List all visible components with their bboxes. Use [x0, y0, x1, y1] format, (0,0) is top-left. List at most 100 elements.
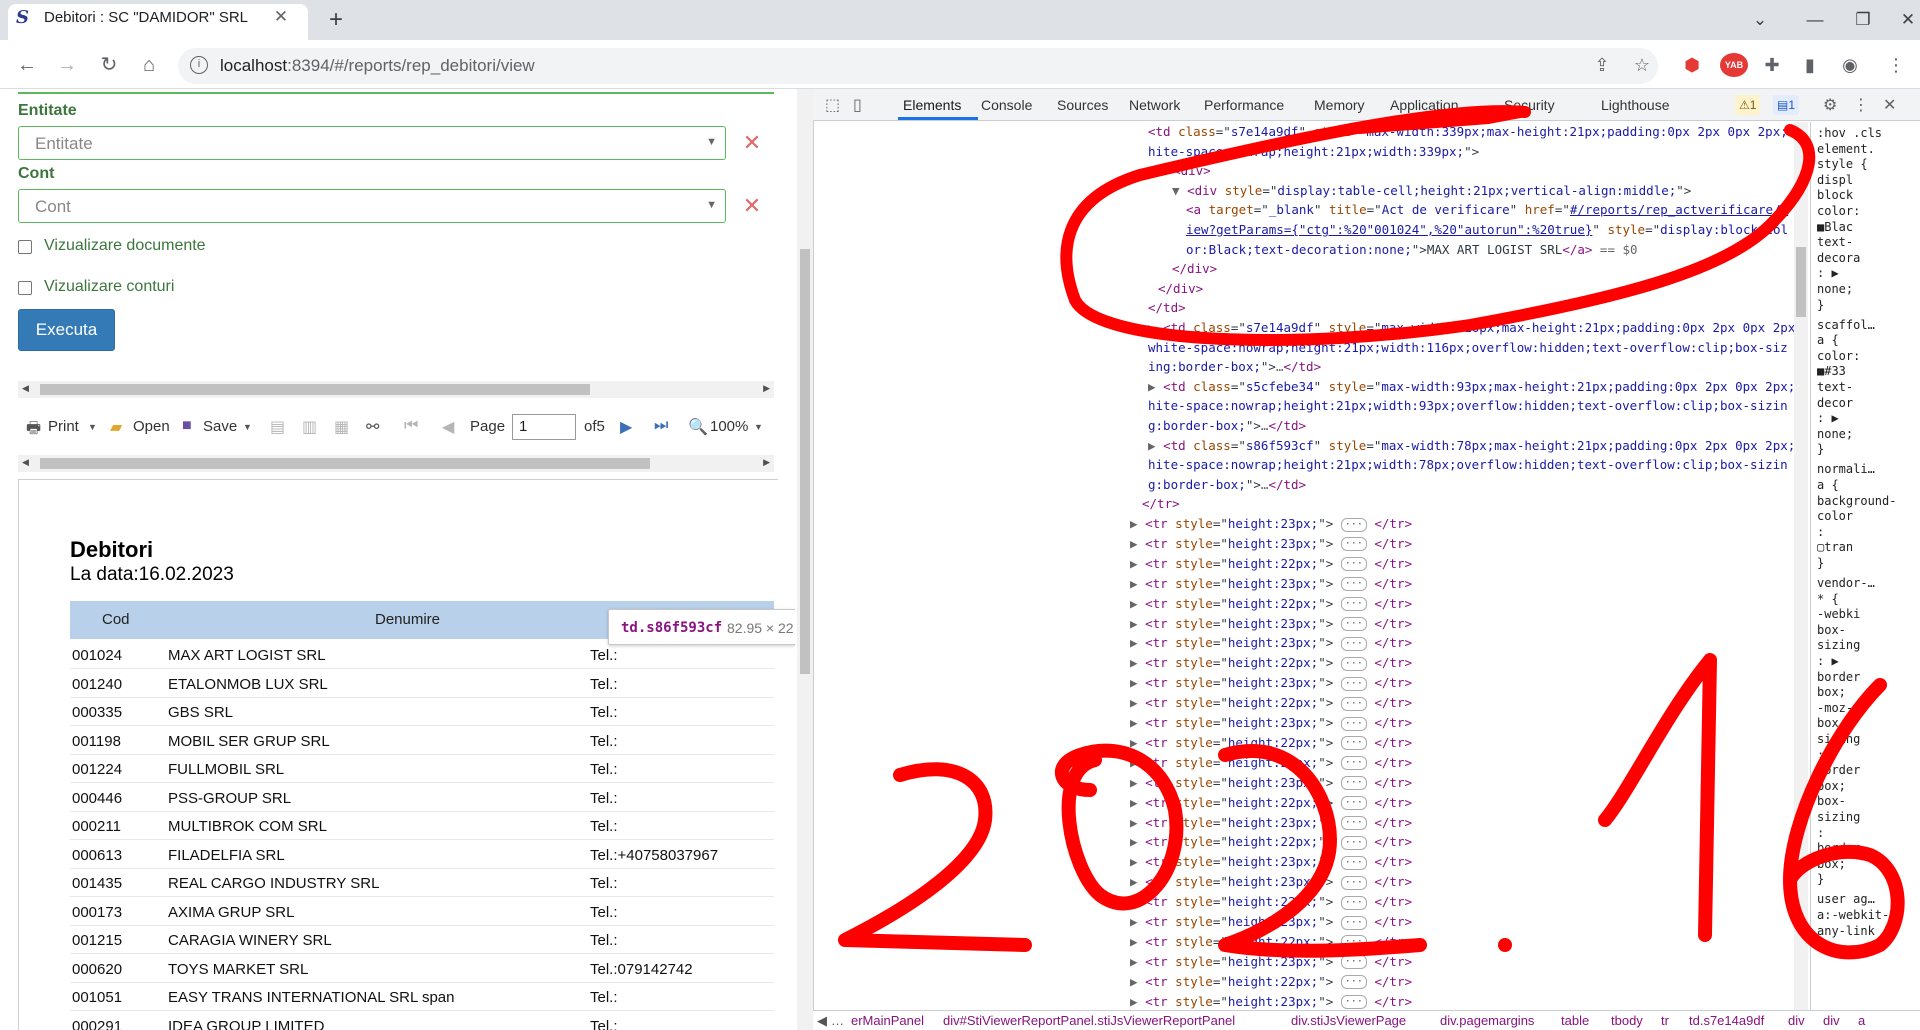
devtools-tab-performance[interactable]: Performance: [1204, 97, 1284, 113]
expand-arrow-icon[interactable]: ▶: [1130, 715, 1145, 730]
expand-arrow-icon[interactable]: ▶: [1130, 516, 1145, 531]
row-denumire[interactable]: GBS SRL: [168, 704, 233, 721]
style-rule-line[interactable]: border: [1817, 670, 1860, 685]
adblock-icon[interactable]: ⬢: [1680, 53, 1704, 77]
entitate-select[interactable]: Entitate ▼: [18, 126, 726, 160]
info-icon[interactable]: i: [190, 56, 208, 74]
execute-button[interactable]: Executa: [18, 309, 115, 351]
expand-arrow-icon[interactable]: ▶: [1130, 815, 1145, 830]
dom-tr-row[interactable]: ▶ <tr style="height:23px;"> ··· </tr>: [1130, 992, 1412, 1010]
style-rule-line[interactable]: any-link {: [1817, 924, 1889, 939]
expand-arrow-icon[interactable]: ▶: [1130, 795, 1145, 810]
collapsed-ellipsis-icon[interactable]: ···: [1340, 935, 1367, 950]
expand-arrow-icon[interactable]: ▶: [1130, 834, 1145, 849]
close-devtools-icon[interactable]: ✕: [1883, 95, 1896, 115]
style-rule-line[interactable]: ▢tran: [1817, 540, 1853, 555]
expand-arrow-icon[interactable]: ▶: [1130, 954, 1145, 969]
row-denumire[interactable]: FILADELFIA SRL: [168, 847, 285, 864]
style-rule-line[interactable]: sizing: [1817, 810, 1860, 825]
parameters-icon[interactable]: ▥: [302, 417, 317, 437]
scroll-left-icon[interactable]: ◀: [22, 457, 29, 468]
style-rule-line[interactable]: border: [1817, 763, 1860, 778]
collapsed-ellipsis-icon[interactable]: ···: [1340, 537, 1367, 552]
row-denumire[interactable]: AXIMA GRUP SRL: [168, 904, 294, 921]
dom-tr-row[interactable]: ▶ <tr style="height:23px;"> ··· </tr>: [1130, 753, 1412, 772]
dom-tr-row[interactable]: ▶ <tr style="height:23px;"> ··· </tr>: [1130, 574, 1412, 593]
table-row[interactable]: 001024 MAX ART LOGIST SRL Tel.:: [70, 641, 774, 669]
dom-tr-row[interactable]: ▶ <tr style="height:23px;"> ··· </tr>: [1130, 813, 1412, 832]
save-button[interactable]: Save: [203, 418, 237, 435]
devtools-tab-sources[interactable]: Sources: [1057, 97, 1108, 113]
dom-tr-row[interactable]: ▶ <tr style="height:22px;"> ··· </tr>: [1130, 972, 1412, 991]
dom-tr-row[interactable]: ▶ <tr style="height:22px;"> ··· </tr>: [1130, 554, 1412, 573]
collapsed-ellipsis-icon[interactable]: ···: [1340, 855, 1367, 870]
breadcrumb-item[interactable]: td.s7e14a9df: [1689, 1013, 1764, 1028]
collapsed-ellipsis-icon[interactable]: ···: [1340, 995, 1367, 1010]
style-rule-line[interactable]: a:-webkit-: [1817, 908, 1889, 923]
style-rule-line[interactable]: sizing: [1817, 638, 1860, 653]
collapsed-ellipsis-icon[interactable]: ···: [1340, 656, 1367, 671]
documente-checkbox[interactable]: [18, 240, 32, 254]
style-rule-line[interactable]: :: [1817, 826, 1824, 841]
breadcrumb-item[interactable]: div.stiJsViewerPage: [1291, 1013, 1406, 1028]
ext-yab-icon[interactable]: YAB: [1720, 53, 1748, 77]
row-denumire[interactable]: MULTIBROK COM SRL: [168, 818, 327, 835]
devtools-tab-memory[interactable]: Memory: [1314, 97, 1365, 113]
profile-avatar-icon[interactable]: ◉: [1838, 53, 1862, 77]
row-denumire[interactable]: ETALONMOB LUX SRL: [168, 676, 328, 693]
conturi-checkbox[interactable]: [18, 281, 32, 295]
style-rule-line[interactable]: block: [1817, 188, 1853, 203]
style-rule-line[interactable]: normali…: [1817, 462, 1875, 477]
dom-tr-row[interactable]: ▶ <tr style="height:23px;"> ··· </tr>: [1130, 673, 1412, 692]
table-row[interactable]: 000211 MULTIBROK COM SRL Tel.:: [70, 812, 774, 840]
expand-arrow-icon[interactable]: ▶: [1130, 914, 1145, 929]
style-rule-line[interactable]: box-: [1817, 794, 1846, 809]
collapsed-ellipsis-icon[interactable]: ···: [1340, 676, 1367, 691]
table-row[interactable]: 001240 ETALONMOB LUX SRL Tel.:: [70, 670, 774, 698]
expand-arrow-icon[interactable]: ▶: [1130, 874, 1145, 889]
style-rule-line[interactable]: scaffol…: [1817, 318, 1875, 333]
collapsed-ellipsis-icon[interactable]: ···: [1340, 955, 1367, 970]
style-rule-line[interactable]: a {: [1817, 478, 1839, 493]
table-row[interactable]: 000613 FILADELFIA SRL Tel.:+40758037967: [70, 841, 774, 869]
dom-tr-row[interactable]: ▶ <tr style="height:22px;"> ··· </tr>: [1130, 653, 1412, 672]
dom-node-line[interactable]: or:Black;text-decoration:none;">MAX ART …: [1186, 240, 1638, 259]
devtools-tab-application[interactable]: Application: [1390, 97, 1459, 113]
style-rule-line[interactable]: ■Blac: [1817, 220, 1853, 235]
dom-tr-row[interactable]: ▶ <tr style="height:22px;"> ··· </tr>: [1130, 594, 1412, 613]
style-rule-line[interactable]: style {: [1817, 157, 1868, 172]
collapsed-ellipsis-icon[interactable]: ···: [1340, 915, 1367, 930]
collapsed-ellipsis-icon[interactable]: ···: [1340, 776, 1367, 791]
dom-tr-row[interactable]: ▶ <tr style="height:22px;"> ··· </tr>: [1130, 932, 1412, 951]
dom-tr-row[interactable]: ▶ <tr style="height:22px;"> ··· </tr>: [1130, 892, 1412, 911]
dom-tr-row[interactable]: ▶ <tr style="height:23px;"> ··· </tr>: [1130, 773, 1412, 792]
style-rule-line[interactable]: : ▶: [1817, 654, 1839, 669]
dom-tr-row[interactable]: ▶ <tr style="height:23px;"> ··· </tr>: [1130, 872, 1412, 891]
share-icon[interactable]: ⇪: [1590, 53, 1614, 77]
style-rule-line[interactable]: }: [1817, 872, 1824, 887]
styles-pane[interactable]: :hov .cls element. style { displ block col…: [1810, 122, 1920, 1030]
style-rule-line[interactable]: decora: [1817, 251, 1860, 266]
extensions-icon[interactable]: ✚: [1760, 53, 1784, 77]
row-denumire[interactable]: MOBIL SER GRUP SRL: [168, 733, 330, 750]
close-window-icon[interactable]: ✕: [1893, 6, 1920, 34]
scroll-left-icon[interactable]: ◀: [22, 383, 29, 394]
style-rule-line[interactable]: element.: [1817, 142, 1875, 157]
breadcrumb-item[interactable]: div: [1823, 1013, 1840, 1028]
table-row[interactable]: 001435 REAL CARGO INDUSTRY SRL Tel.:: [70, 869, 774, 897]
chevron-down-icon[interactable]: ▼: [88, 422, 97, 432]
bookmarks-icon[interactable]: ▤: [270, 417, 285, 437]
print-icon[interactable]: 🖶: [26, 417, 41, 444]
expand-arrow-icon[interactable]: ▶: [1130, 755, 1145, 770]
dom-node-line[interactable]: ▶ <td class="s5cfebe34" style="max-width…: [1148, 377, 1794, 396]
style-rule-line[interactable]: :: [1817, 748, 1824, 763]
dom-node-line[interactable]: hite-space:nowrap;height:21px;width:339p…: [1148, 142, 1479, 161]
dom-tr-row[interactable]: ▶ <tr style="height:23px;"> ··· </tr>: [1130, 633, 1412, 652]
breadcrumb-item[interactable]: div#StiViewerReportPanel.stiJsViewerRepo…: [943, 1013, 1235, 1028]
style-rule-line[interactable]: box;: [1817, 857, 1846, 872]
row-denumire[interactable]: PSS-GROUP SRL: [168, 790, 291, 807]
restore-icon[interactable]: ❐: [1848, 6, 1878, 34]
style-rule-line[interactable]: box;: [1817, 685, 1846, 700]
expand-arrow-icon[interactable]: ▶: [1130, 596, 1145, 611]
documente-checkbox-label[interactable]: Vizualizare documente: [44, 237, 206, 255]
